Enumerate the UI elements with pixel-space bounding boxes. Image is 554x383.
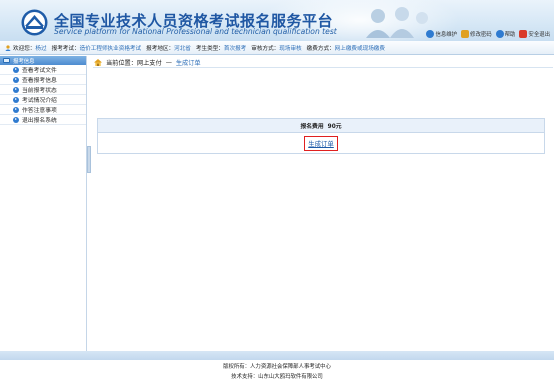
sidebar-collapse-handle[interactable] — [87, 146, 91, 173]
user-icon — [5, 44, 11, 51]
platform-subtitle: Service platform for National Profession… — [54, 27, 337, 36]
fee-amount: 90元 — [327, 124, 342, 130]
breadcrumb-section[interactable]: 网上支付 — [137, 58, 162, 67]
breadcrumb-label: 当前位置： — [106, 59, 137, 67]
breadcrumb-separator: — — [165, 58, 172, 66]
sidebar-header[interactable]: 报考信息 — [0, 56, 86, 65]
footer-bar — [0, 351, 554, 360]
footer: 版权所有：人力资源社会保障部人事考试中心 技术支持：山东山大鸥玛软件有限公司 — [0, 362, 554, 382]
exam-name: 造价工程师执业资格考试 — [79, 45, 142, 52]
home-icon — [94, 58, 102, 66]
arrow-bullet-icon — [13, 76, 19, 83]
tech-support-text: 技术支持：山东山大鸥玛软件有限公司 — [231, 374, 323, 380]
order-panel: 报名费用 90元 生成订单 — [97, 118, 545, 154]
sidebar-item-exam-intro[interactable]: 考试情况介绍 — [0, 95, 86, 105]
order-row: 生成订单 — [98, 133, 544, 153]
cpta-logo-icon — [21, 9, 48, 36]
breadcrumb: 当前位置： 网上支付 — 生成订单 — [93, 57, 553, 68]
user-name: 杨过 — [35, 45, 47, 52]
help-icon — [495, 30, 504, 38]
change-password-icon — [461, 30, 470, 38]
logout-icon — [519, 30, 528, 38]
exam-label: 报考考试： — [51, 45, 80, 52]
arrow-bullet-icon — [13, 66, 19, 73]
arrow-bullet-icon — [13, 86, 19, 93]
left-sidebar: 报考信息 查看考试文件 查看报考信息 当前报考状态 考试情况介绍 作答注意事项 … — [0, 56, 87, 351]
review-label: 审核方式： — [251, 45, 280, 52]
info-maintain-link[interactable]: 信息维护 — [426, 30, 457, 38]
top-links: 信息维护 修改密码 帮助 安全退出 — [426, 30, 550, 38]
folder-icon — [3, 58, 10, 63]
fee-row: 报名费用 90元 — [98, 119, 544, 133]
sidebar-item-registration-status[interactable]: 当前报考状态 — [0, 85, 86, 95]
breadcrumb-page: 生成订单 — [175, 59, 201, 67]
arrow-bullet-icon — [13, 96, 19, 103]
arrow-bullet-icon — [13, 106, 19, 113]
sidebar-item-registration-info[interactable]: 查看报考信息 — [0, 75, 86, 85]
generate-order-button[interactable]: 生成订单 — [304, 135, 338, 151]
help-link[interactable]: 帮助 — [495, 30, 515, 38]
payment-label: 缴费方式： — [306, 45, 335, 52]
payment-value: 网上缴费或现场缴费 — [334, 45, 385, 52]
sidebar-item-exit[interactable]: 退出报名系统 — [0, 115, 86, 125]
region-value: 河北省 — [174, 45, 191, 52]
review-value: 现场审核 — [279, 45, 302, 52]
copyright-text: 版权所有：人力资源社会保障部人事考试中心 — [223, 364, 331, 370]
info-maintain-icon — [426, 30, 435, 38]
candidate-type-label: 考生类型： — [195, 45, 224, 52]
logout-link[interactable]: 安全退出 — [519, 30, 550, 38]
change-password-link[interactable]: 修改密码 — [461, 30, 492, 38]
candidate-type-value: 首次报考 — [223, 45, 247, 52]
arrow-bullet-icon — [13, 116, 19, 123]
user-info-bar: 欢迎您： 杨过 报考考试： 造价工程师执业资格考试 报考地区： 河北省 考生类型… — [0, 41, 554, 55]
sidebar-item-answer-notes[interactable]: 作答注意事项 — [0, 105, 86, 115]
welcome-label: 欢迎您： — [13, 45, 36, 52]
region-label: 报考地区： — [146, 45, 175, 52]
fee-label: 报名费用 — [300, 124, 324, 130]
sidebar-item-exam-files[interactable]: 查看考试文件 — [0, 65, 86, 75]
header-banner: 全国专业技术人员资格考试报名服务平台 Service platform for … — [0, 0, 554, 41]
